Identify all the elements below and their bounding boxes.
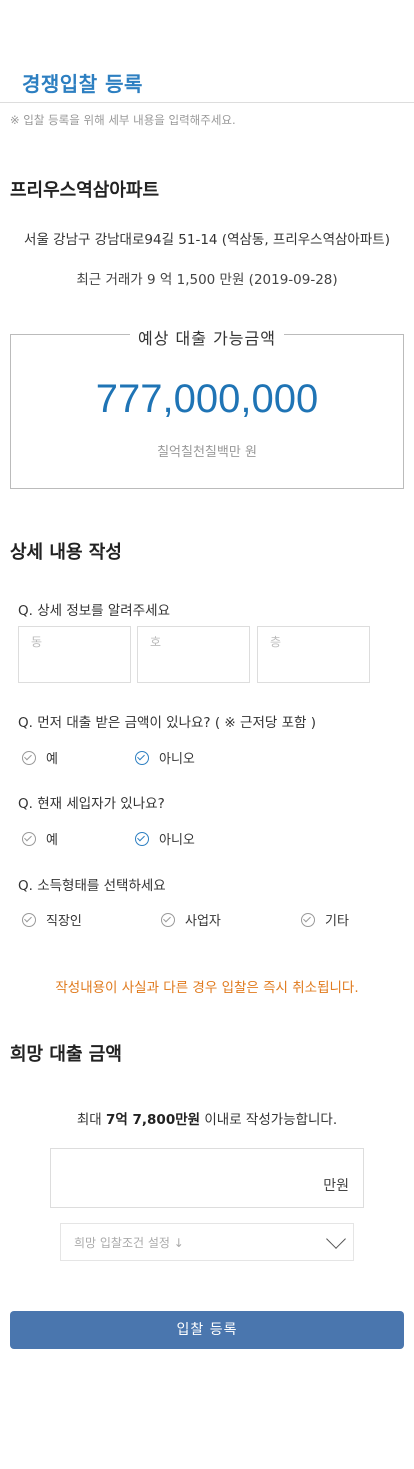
page-title: 경쟁입찰 등록 (22, 72, 143, 96)
header-divider (0, 102, 414, 103)
question-income-type: Q. 소득형태를 선택하세요 (18, 878, 166, 894)
option-label: 아니오 (159, 752, 195, 767)
check-circle-icon (161, 912, 175, 927)
question-tenant: Q. 현재 세입자가 있나요? (18, 796, 165, 812)
dong-input[interactable]: 동 (18, 626, 131, 683)
amount-unit: 만원 (323, 1178, 349, 1194)
prior-loan-no[interactable]: 아니오 (135, 748, 195, 767)
condition-placeholder: 희망 입찰조건 설정 ↓ (74, 1236, 184, 1250)
prior-loan-yes[interactable]: 예 (22, 748, 58, 767)
check-circle-icon (135, 750, 149, 765)
loan-amount: 777,000,000 (95, 377, 319, 421)
check-circle-icon (135, 831, 149, 846)
max-prefix: 최대 (76, 1112, 106, 1128)
option-label: 아니오 (159, 833, 195, 848)
question-prior-loan: Q. 먼저 대출 받은 금액이 있나요? ( ※ 근저당 포함 ) (18, 715, 316, 731)
option-label: 직장인 (46, 914, 82, 929)
option-label: 사업자 (185, 914, 221, 929)
loan-estimate-box: 예상 대출 가능금액 777,000,000 칠억칠천칠백만 원 (10, 325, 404, 489)
check-circle-icon (22, 912, 36, 927)
warning-text: 작성내용이 사실과 다른 경우 입찰은 즉시 취소됩니다. (55, 980, 359, 996)
option-label: 기타 (325, 914, 349, 929)
income-other[interactable]: 기타 (301, 910, 349, 929)
option-label: 예 (46, 833, 58, 848)
check-circle-icon (22, 831, 36, 846)
ho-input[interactable]: 호 (137, 626, 250, 683)
condition-select[interactable]: 희망 입찰조건 설정 ↓ (60, 1223, 354, 1261)
income-business[interactable]: 사업자 (161, 910, 221, 929)
check-circle-icon (22, 750, 36, 765)
loan-title: 예상 대출 가능금액 (130, 325, 284, 349)
max-suffix: 이내로 작성가능합니다. (200, 1112, 338, 1128)
recent-price: 최근 거래가 9 억 1,500 만원 (2019-09-28) (76, 272, 338, 288)
option-label: 예 (46, 752, 58, 767)
floor-input[interactable]: 층 (257, 626, 370, 683)
chevron-down-icon (326, 1229, 346, 1249)
desired-section-title: 희망 대출 금액 (10, 1044, 122, 1065)
check-circle-icon (301, 912, 315, 927)
max-amount-note: 최대 7억 7,800만원 이내로 작성가능합니다. (0, 1108, 414, 1128)
max-amount: 7억 7,800만원 (106, 1112, 201, 1128)
tenant-yes[interactable]: 예 (22, 829, 58, 848)
notice-text: ※ 입찰 등록을 위해 세부 내용을 입력해주세요. (10, 113, 236, 127)
tenant-no[interactable]: 아니오 (135, 829, 195, 848)
question-details: Q. 상세 정보를 알려주세요 (18, 603, 170, 619)
income-employee[interactable]: 직장인 (22, 910, 82, 929)
submit-button[interactable]: 입찰 등록 (10, 1311, 404, 1349)
loan-amount-korean: 칠억칠천칠백만 원 (157, 445, 257, 460)
property-address: 서울 강남구 강남대로94길 51-14 (역삼동, 프리우스역삼아파트) (24, 232, 390, 248)
desired-amount-input[interactable]: 만원 (50, 1148, 364, 1208)
property-name: 프리우스역삼아파트 (10, 180, 160, 201)
details-section-title: 상세 내용 작성 (10, 542, 122, 563)
